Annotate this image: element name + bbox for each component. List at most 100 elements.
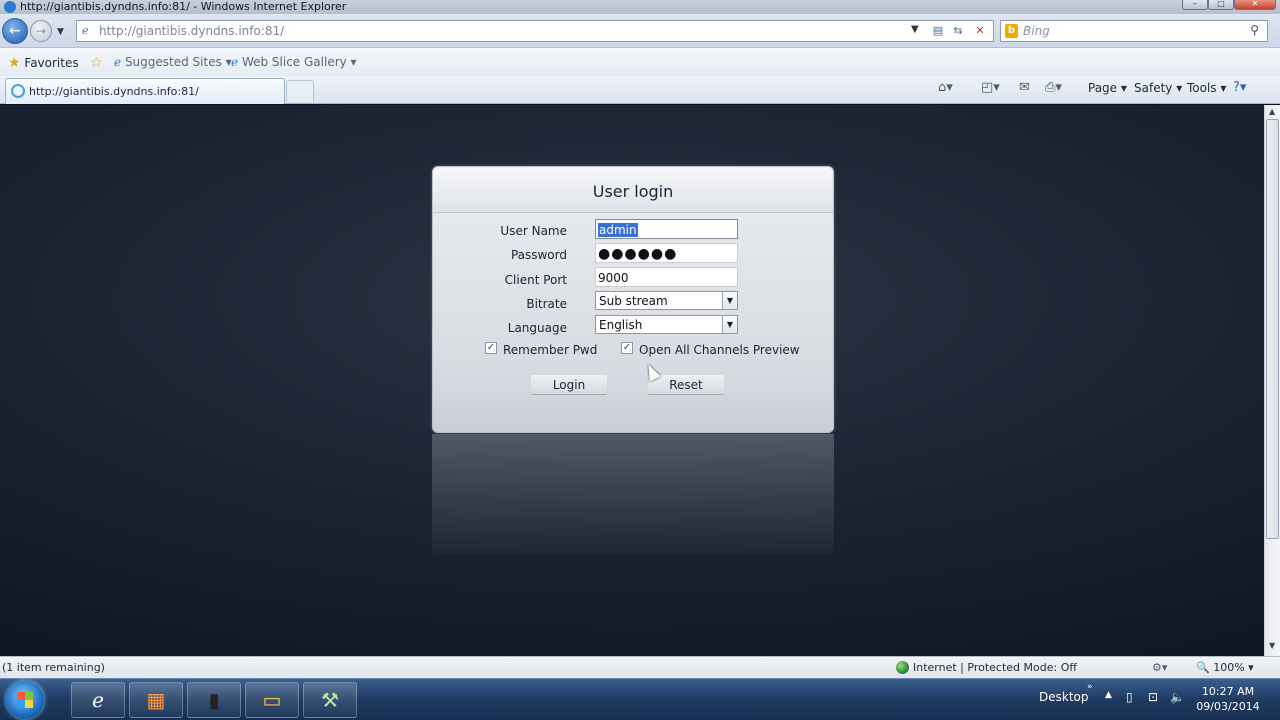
suggested-sites-label: Suggested Sites — [124, 55, 222, 69]
zoom-level: 100% — [1213, 661, 1245, 674]
bitrate-label: Bitrate — [526, 297, 567, 311]
taskbar-apps-button[interactable]: ▦ — [129, 682, 183, 718]
address-field[interactable]: ℯ http://giantibis.dyndns.info:81/ ▼ ▤ ⇆… — [76, 20, 994, 42]
rss-icon[interactable]: ◰▾ — [981, 80, 1000, 95]
recent-pages-dropdown[interactable]: ▼ — [57, 27, 64, 37]
favorites-item-suggested-sites[interactable]: ℯ Suggested Sites ▾ — [114, 55, 232, 69]
add-to-favorites-bar-icon[interactable]: ☆ — [90, 55, 103, 71]
search-box[interactable]: b Bing ⚲ — [1000, 20, 1268, 42]
remember-pwd-checkbox[interactable]: ✓ — [485, 342, 497, 354]
browser-tab[interactable]: http://giantibis.dyndns.info:81/ — [5, 78, 285, 104]
windows-logo-icon — [17, 692, 33, 708]
ie-logo-icon — [4, 1, 16, 13]
panel-reflection — [432, 434, 834, 554]
open-all-channels-checkbox[interactable]: ✓ — [621, 342, 633, 354]
scroll-down-icon[interactable]: ▼ — [1269, 641, 1275, 650]
username-value: admin — [598, 223, 638, 237]
ie-page-icon: ℯ — [231, 55, 239, 69]
username-label: User Name — [500, 224, 567, 238]
password-value: ●●●●●● — [598, 246, 678, 262]
minimize-button[interactable]: – — [1182, 0, 1208, 10]
tools-menu-label: Tools — [1187, 81, 1217, 95]
address-dropdown-icon[interactable]: ▼ — [911, 24, 919, 35]
close-window-button[interactable]: ✕ — [1234, 0, 1276, 10]
mail-icon[interactable]: ✉ — [1019, 80, 1030, 95]
password-input[interactable]: ●●●●●● — [595, 243, 738, 263]
home-icon[interactable]: ⌂▾ — [938, 80, 953, 95]
security-zone-text[interactable]: Internet | Protected Mode: Off — [913, 661, 1077, 674]
network-icon[interactable]: ⊡ — [1148, 690, 1158, 704]
client-port-input[interactable]: 9000 — [595, 267, 738, 287]
back-arrow-icon: ← — [9, 23, 21, 39]
taskbar-ie-button[interactable]: ℯ — [71, 682, 125, 718]
apps-grid-icon: ▦ — [146, 688, 166, 712]
show-hidden-icons[interactable]: ▲ — [1105, 690, 1112, 700]
favorites-label: Favorites — [24, 56, 79, 70]
scroll-thumb[interactable] — [1266, 119, 1279, 539]
forward-arrow-icon: → — [35, 24, 47, 38]
tab-loading-icon — [11, 84, 25, 98]
scroll-up-icon[interactable]: ▲ — [1269, 107, 1275, 116]
favorites-button[interactable]: ★ Favorites — [8, 55, 79, 71]
username-input[interactable]: admin — [595, 219, 738, 239]
login-header: User login — [433, 167, 833, 213]
taskbar-explorer-button[interactable]: ▭ — [245, 682, 299, 718]
language-label: Language — [507, 321, 567, 335]
favorites-bar: ★ Favorites ☆ ℯ Suggested Sites ▾ ℯ Web … — [0, 48, 1280, 76]
stop-icon[interactable]: ✕ — [971, 23, 989, 39]
back-button[interactable]: ← — [2, 18, 28, 44]
language-select[interactable]: English ▼ — [595, 315, 738, 334]
reset-button[interactable]: Reset — [648, 375, 724, 395]
protected-mode-icon[interactable]: ⚙▾ — [1152, 661, 1167, 674]
search-icon[interactable]: ⚲ — [1250, 23, 1259, 37]
bing-logo-icon: b — [1005, 24, 1018, 38]
clock-date: 09/03/2014 — [1196, 700, 1260, 713]
internet-explorer-icon: ℯ — [92, 688, 104, 712]
new-tab-button[interactable] — [286, 80, 314, 102]
checkmark-icon: ✓ — [486, 342, 496, 353]
camera-app-icon: ▮ — [208, 688, 220, 712]
desktop-toolbar[interactable]: Desktop — [1039, 690, 1089, 704]
address-url[interactable]: http://giantibis.dyndns.info:81/ — [99, 24, 284, 38]
address-toolbar: ← → ▼ ℯ http://giantibis.dyndns.info:81/… — [0, 14, 1280, 48]
tools-menu[interactable]: Tools ▾ — [1187, 81, 1226, 95]
chevron-down-icon[interactable]: ▼ — [722, 316, 737, 333]
battery-icon[interactable]: ▯ — [1126, 690, 1133, 704]
login-button[interactable]: Login — [531, 375, 607, 395]
toolbar-expand-icon[interactable]: » — [1087, 682, 1093, 692]
compatibility-view-icon[interactable]: ▤ — [929, 23, 947, 39]
window-titlebar: http://giantibis.dyndns.info:81/ - Windo… — [0, 0, 1280, 14]
zoom-control[interactable]: 🔍 100% ▾ — [1196, 661, 1254, 674]
tool-app-icon: ⚒ — [321, 688, 339, 712]
safety-menu[interactable]: Safety ▾ — [1134, 81, 1182, 95]
web-slice-gallery-label: Web Slice Gallery — [241, 55, 347, 69]
system-clock[interactable]: 10:27 AM 09/03/2014 — [1193, 684, 1263, 714]
status-text: (1 item remaining) — [2, 661, 105, 674]
taskbar-app-button[interactable]: ▮ — [187, 682, 241, 718]
maximize-button[interactable]: □ — [1208, 0, 1234, 10]
login-title: User login — [592, 182, 674, 201]
page-menu[interactable]: Page ▾ — [1088, 81, 1127, 95]
chevron-down-icon[interactable]: ▼ — [722, 292, 737, 309]
favorites-star-icon: ★ — [8, 55, 21, 71]
client-port-value: 9000 — [598, 271, 629, 285]
forward-button[interactable]: → — [30, 20, 52, 42]
volume-icon[interactable]: 🔈 — [1170, 690, 1185, 704]
clock-time: 10:27 AM — [1201, 685, 1255, 698]
bitrate-select[interactable]: Sub stream ▼ — [595, 291, 738, 310]
taskbar-tool-button[interactable]: ⚒ — [303, 682, 357, 718]
safety-menu-label: Safety — [1134, 81, 1173, 95]
refresh-icon[interactable]: ⇆ — [949, 23, 967, 39]
window-title: http://giantibis.dyndns.info:81/ - Windo… — [20, 0, 347, 13]
favorites-item-web-slice-gallery[interactable]: ℯ Web Slice Gallery ▾ — [231, 55, 357, 69]
checkmark-icon: ✓ — [622, 342, 632, 353]
bitrate-value: Sub stream — [599, 294, 668, 308]
login-panel: User login User Name admin Password ●●●●… — [432, 166, 834, 433]
windows-taskbar: ℯ ▦ ▮ ▭ ⚒ Desktop » ▲ ▯ ⊡ 🔈 10:27 AM 09/… — [0, 678, 1280, 720]
status-bar: (1 item remaining) Internet | Protected … — [0, 656, 1280, 678]
start-button[interactable] — [6, 681, 44, 719]
vertical-scrollbar[interactable]: ▲ ▼ — [1264, 105, 1280, 656]
folder-icon: ▭ — [262, 688, 282, 712]
help-icon[interactable]: ?▾ — [1233, 80, 1246, 95]
print-icon[interactable]: ⎙▾ — [1045, 80, 1062, 95]
